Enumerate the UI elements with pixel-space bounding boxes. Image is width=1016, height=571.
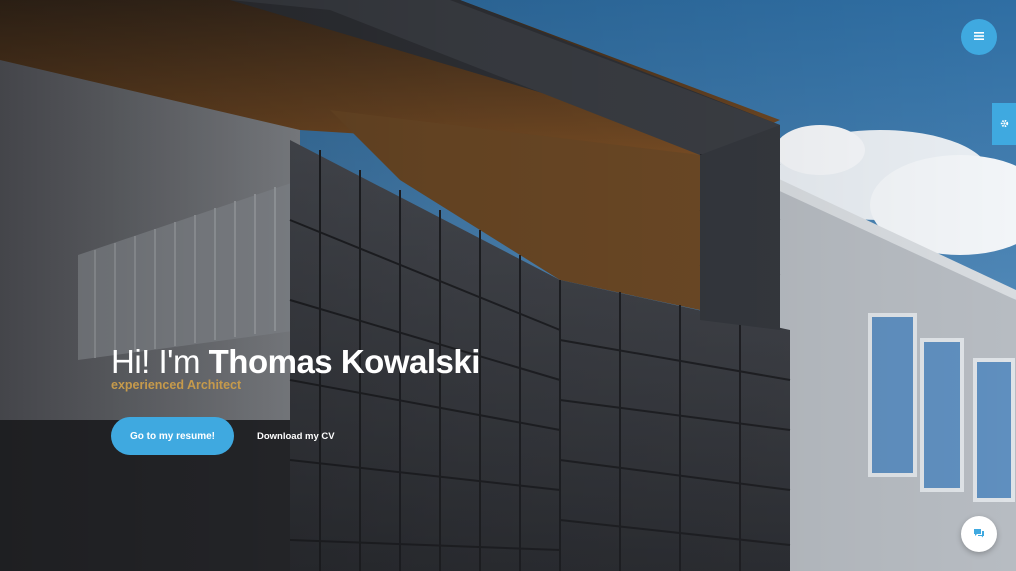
- hero-overlay: [0, 0, 1016, 571]
- chat-button[interactable]: [961, 516, 997, 552]
- hero-section: [0, 0, 1016, 571]
- menu-icon: [973, 28, 985, 46]
- hero-subtitle: experienced Architect: [111, 378, 242, 392]
- chat-icon: [973, 525, 985, 543]
- gear-icon: [1000, 115, 1009, 133]
- download-cv-button[interactable]: Download my CV: [251, 417, 341, 455]
- hero-greeting: Hi! I'm: [111, 343, 200, 380]
- menu-button[interactable]: [961, 19, 997, 55]
- go-to-resume-button[interactable]: Go to my resume!: [111, 417, 234, 455]
- hero-name: Thomas Kowalski: [208, 343, 481, 380]
- settings-toggle[interactable]: [992, 103, 1016, 145]
- hero-heading: Hi! I'm Thomas Kowalski: [111, 342, 480, 382]
